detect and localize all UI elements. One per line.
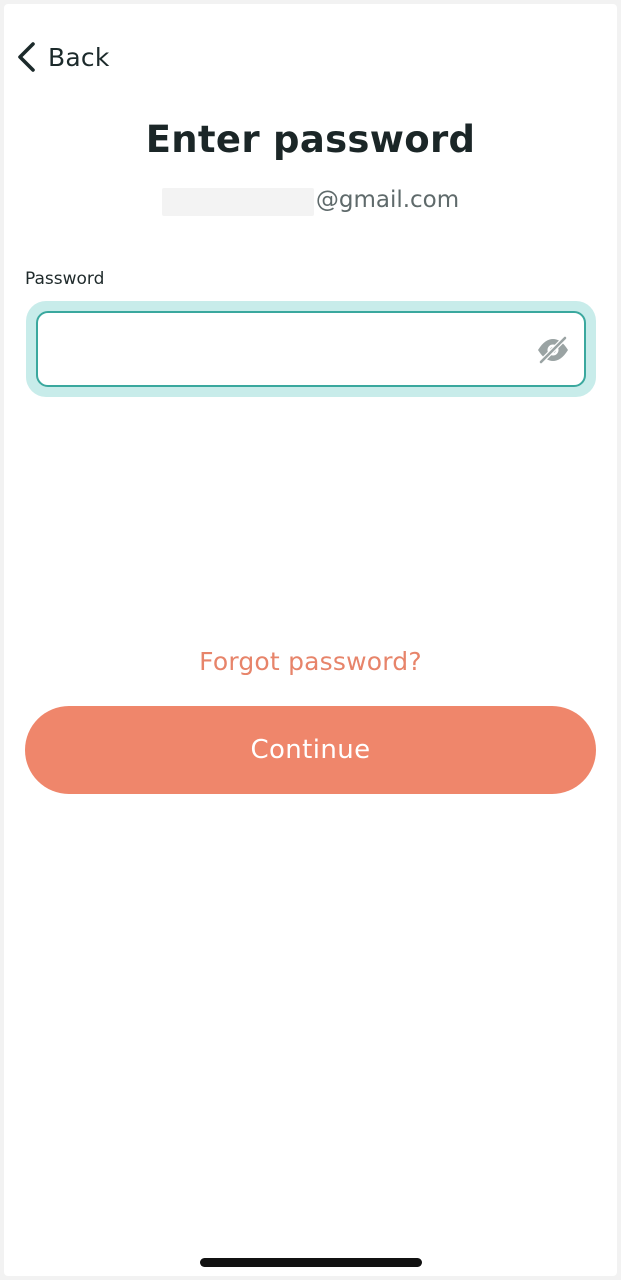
home-indicator [200, 1258, 422, 1267]
password-label: Password [25, 269, 105, 289]
screen: Back Enter password @gmail.com Password … [4, 4, 617, 1276]
forgot-password-link[interactable]: Forgot password? [4, 647, 617, 676]
password-field[interactable] [36, 311, 586, 387]
page-title: Enter password [145, 118, 476, 161]
password-input[interactable] [52, 327, 522, 371]
email-domain: @gmail.com [315, 187, 460, 213]
back-button[interactable]: Back [14, 38, 110, 76]
toggle-visibility-button[interactable] [536, 335, 570, 365]
eye-off-icon [538, 335, 568, 365]
account-email: @gmail.com [4, 182, 617, 218]
back-label: Back [48, 42, 110, 72]
email-redaction [161, 188, 314, 216]
chevron-left-icon [18, 42, 35, 72]
continue-button[interactable]: Continue [25, 706, 596, 794]
